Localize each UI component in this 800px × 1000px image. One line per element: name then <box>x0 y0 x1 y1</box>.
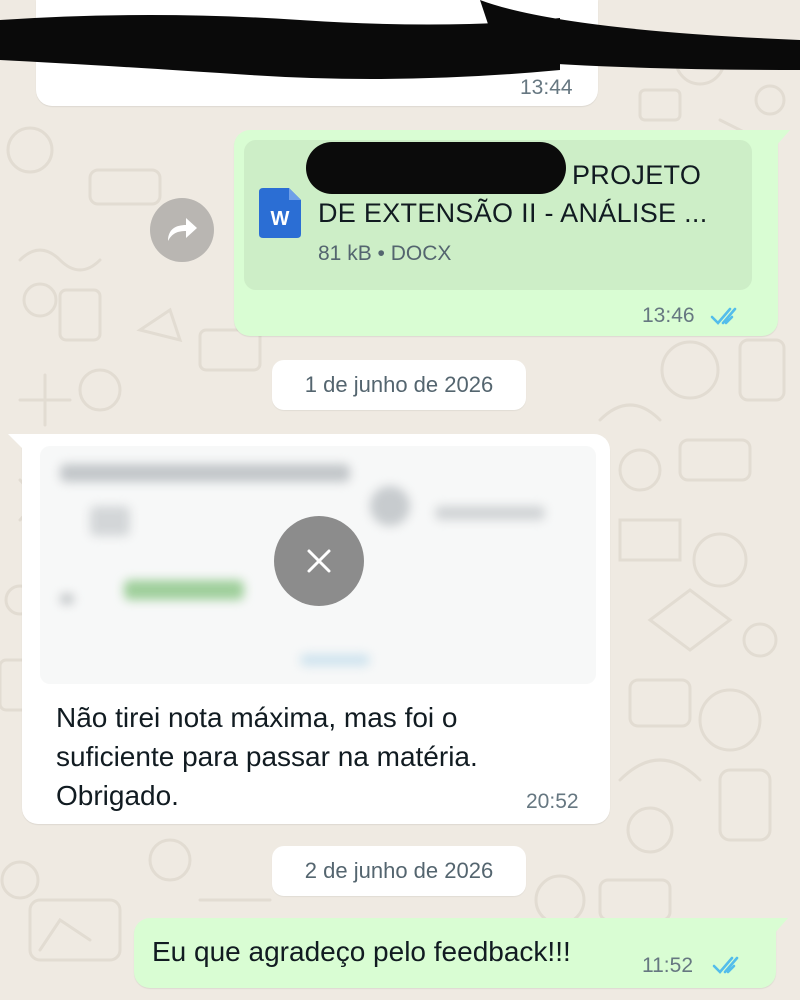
date-separator: 1 de junho de 2026 <box>272 360 526 410</box>
redaction-block <box>306 142 566 194</box>
redaction-scribble <box>0 0 800 79</box>
message-text: Não tirei nota máxima, mas foi o suficie… <box>56 698 478 815</box>
bubble-tail <box>776 130 790 146</box>
outgoing-message-bubble[interactable]: Eu que agradeço pelo feedback!!! 11:52 <box>134 918 776 988</box>
forward-icon <box>168 218 197 241</box>
message-time: 13:46 <box>642 304 695 327</box>
message-text-line: Não tirei nota máxima, mas foi o <box>56 702 458 733</box>
date-separator: 2 de junho de 2026 <box>272 846 526 896</box>
message-time: 20:52 <box>526 790 579 813</box>
message-time: 11:52 <box>642 954 693 977</box>
read-receipt-icon <box>712 956 739 974</box>
close-icon <box>307 549 331 573</box>
word-icon-letter: W <box>271 208 290 230</box>
document-name-line-2: DE EXTENSÃO II - ANÁLISE ... <box>318 198 708 228</box>
word-document-icon: W <box>259 188 301 238</box>
cancel-download-button[interactable] <box>274 516 364 606</box>
forward-button[interactable] <box>150 198 214 262</box>
message-text-line: suficiente para passar na matéria. <box>56 741 478 772</box>
bubble-tail <box>774 918 788 934</box>
message-text-line: Obrigado. <box>56 780 179 811</box>
read-receipt-icon <box>710 307 737 325</box>
bubble-tail <box>8 434 24 450</box>
document-meta: 81 kB • DOCX <box>318 242 452 265</box>
message-text: Eu que agradeço pelo feedback!!! <box>152 936 571 967</box>
